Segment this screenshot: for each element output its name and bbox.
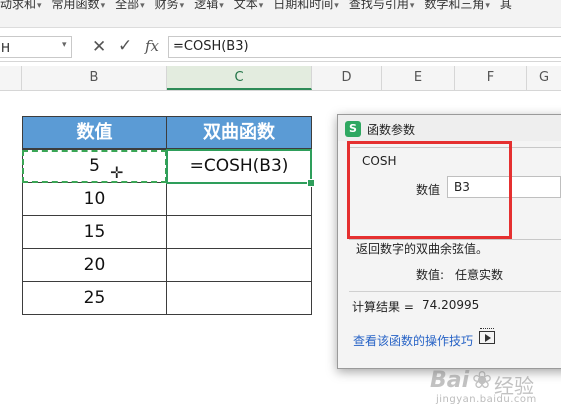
- chevron-down-icon: ▾: [219, 1, 224, 11]
- chevron-down-icon: ▾: [100, 1, 106, 11]
- chevron-down-icon: ▾: [334, 1, 339, 11]
- table-header-value[interactable]: 数值: [22, 116, 167, 149]
- ribbon-tab-common-functions[interactable]: 常用函数▾: [52, 0, 116, 13]
- watermark-logo: Bai: [430, 368, 470, 393]
- chevron-down-icon[interactable]: ▾: [62, 40, 67, 50]
- column-header-d[interactable]: D: [312, 66, 382, 90]
- result-label: 计算结果 =: [352, 300, 414, 314]
- cross-cursor-icon: ✛: [110, 163, 124, 182]
- formula-input[interactable]: =COSH(B3): [168, 36, 561, 58]
- ribbon-tab-text[interactable]: 文本▾: [234, 0, 274, 13]
- cancel-icon[interactable]: ✕: [92, 37, 106, 57]
- ribbon-tabs: 动求和▾ 常用函数▾ 全部▾ 财务▾ 逻辑▾ 文本▾ 日期和时间▾ 查找与引用▾…: [0, 0, 522, 13]
- parameter-description: 任意实数: [455, 268, 504, 282]
- cell-value[interactable]: 20: [22, 248, 167, 282]
- column-header-partial: [0, 66, 22, 90]
- active-cell-border: [166, 149, 312, 184]
- chevron-down-icon: ▾: [140, 1, 145, 11]
- cell-value[interactable]: 10: [22, 182, 167, 216]
- ribbon-tab-datetime[interactable]: 日期和时间▾: [273, 0, 349, 13]
- video-play-icon[interactable]: [479, 328, 495, 344]
- ribbon-tab-math[interactable]: 数学和三角▾: [424, 0, 500, 13]
- column-header-c[interactable]: C: [167, 66, 312, 90]
- parameter-label: 数值:: [416, 268, 445, 282]
- cell-result[interactable]: [166, 182, 312, 216]
- chevron-down-icon: ▾: [409, 1, 415, 11]
- column-header-f[interactable]: F: [455, 66, 527, 90]
- column-header-g[interactable]: G: [527, 66, 561, 90]
- result-value: 74.20995: [422, 298, 480, 312]
- chevron-down-icon: ▾: [37, 1, 42, 11]
- ribbon-tab-logic[interactable]: 逻辑▾: [194, 0, 234, 13]
- ribbon-divider: [0, 27, 561, 28]
- column-header-b[interactable]: B: [22, 66, 167, 90]
- column-header-e[interactable]: E: [382, 66, 455, 90]
- cell-result[interactable]: [166, 215, 312, 249]
- reference-marquee: [22, 150, 167, 183]
- check-icon[interactable]: ✓: [118, 36, 132, 56]
- insert-function-icon[interactable]: fx: [145, 37, 159, 55]
- highlight-box: [347, 141, 512, 239]
- cell-result[interactable]: [166, 281, 312, 315]
- dialog-divider: [349, 291, 561, 292]
- cell-result[interactable]: [166, 248, 312, 282]
- ribbon-tab-lookup[interactable]: 查找与引用▾: [349, 0, 425, 13]
- function-description: 返回数字的双曲余弦值。: [356, 242, 489, 256]
- ribbon-tab-finance[interactable]: 财务▾: [155, 0, 195, 13]
- app-logo-icon: S: [345, 121, 361, 137]
- paw-icon: ❀: [472, 366, 493, 394]
- cell-value[interactable]: 15: [22, 215, 167, 249]
- chevron-down-icon: ▾: [179, 1, 185, 11]
- table-header-hyperbolic[interactable]: 双曲函数: [166, 116, 312, 149]
- ribbon-tab-all[interactable]: 全部▾: [115, 0, 155, 13]
- chevron-down-icon: ▾: [258, 1, 264, 11]
- chevron-down-icon: ▾: [485, 1, 490, 11]
- ribbon-tab-autosum[interactable]: 动求和▾: [0, 0, 52, 13]
- watermark-url: jingyan.baidu.com: [436, 394, 537, 405]
- fill-handle[interactable]: [307, 179, 315, 187]
- dialog-title: 函数参数: [367, 123, 416, 137]
- function-tips-link[interactable]: 查看该函数的操作技巧: [353, 332, 473, 349]
- cell-value[interactable]: 25: [22, 281, 167, 315]
- ribbon-tab-other[interactable]: 其: [500, 0, 522, 13]
